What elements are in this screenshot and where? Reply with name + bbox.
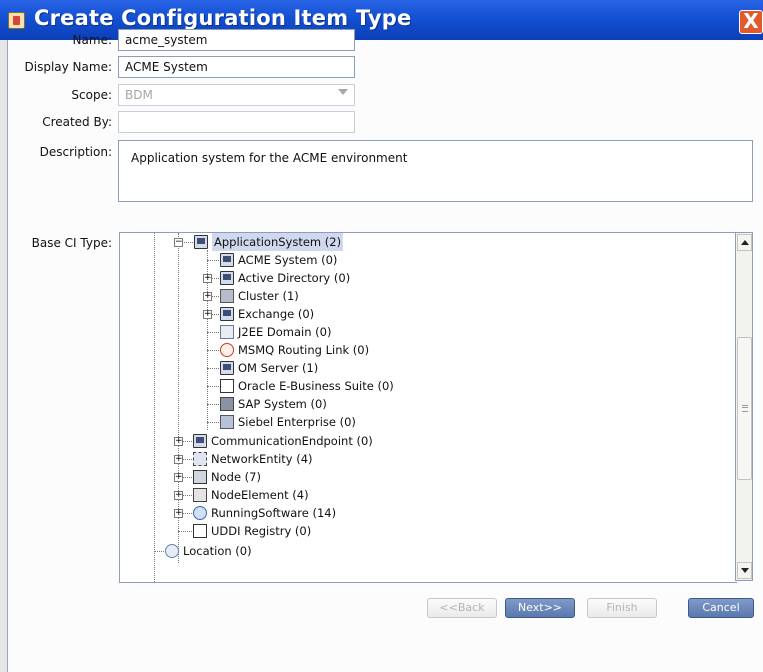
- expand-toggle[interactable]: +: [174, 437, 183, 446]
- scroll-up-icon[interactable]: [737, 234, 752, 251]
- siebel-icon: [220, 415, 234, 429]
- grip-icon: [742, 405, 748, 412]
- monitor-icon: [220, 361, 234, 375]
- created-by-field: [118, 111, 355, 133]
- create-ci-type-dialog: Create Configuration Item Type X Name: a…: [0, 0, 763, 672]
- expand-toggle[interactable]: +: [203, 310, 212, 319]
- scroll-down-icon[interactable]: [737, 562, 752, 579]
- expand-toggle[interactable]: +: [174, 509, 183, 518]
- tree-item-node[interactable]: Node (7): [193, 468, 261, 486]
- uddi-registry-icon: [193, 524, 207, 538]
- name-field[interactable]: acme_system: [118, 29, 355, 51]
- tree-item-exchange[interactable]: Exchange (0): [220, 305, 314, 323]
- expand-toggle[interactable]: +: [174, 473, 183, 482]
- tree-item-oracle-ebs[interactable]: Oracle E-Business Suite (0): [220, 377, 394, 395]
- tree-item-running-software[interactable]: RunningSoftware (14): [193, 504, 336, 522]
- finish-button[interactable]: Finish: [587, 598, 657, 618]
- display-name-label: Display Name:: [24, 60, 113, 74]
- expand-toggle[interactable]: +: [203, 292, 212, 301]
- cancel-button[interactable]: Cancel: [688, 598, 754, 618]
- description-textarea[interactable]: Application system for the ACME environm…: [118, 140, 753, 202]
- monitor-icon: [220, 271, 234, 285]
- tree-item-active-directory[interactable]: Active Directory (0): [220, 269, 350, 287]
- tree-item-acme-system[interactable]: ACME System (0): [220, 251, 337, 269]
- oracle-home-icon: [220, 379, 234, 393]
- cluster-icon: [220, 289, 234, 303]
- tree-item-uddi-registry[interactable]: UDDI Registry (0): [193, 522, 311, 540]
- tree-item-network-entity[interactable]: NetworkEntity (4): [193, 450, 313, 468]
- tree-guide-line: [154, 233, 155, 582]
- base-ci-type-label: Base CI Type:: [31, 236, 112, 250]
- tree-item-application-system[interactable]: ApplicationSystem (2): [194, 233, 344, 251]
- tree-item-siebel-enterprise[interactable]: Siebel Enterprise (0): [220, 413, 356, 431]
- tree-item-om-server[interactable]: OM Server (1): [220, 359, 318, 377]
- close-button[interactable]: X: [739, 10, 763, 34]
- collapse-toggle[interactable]: −: [174, 238, 183, 247]
- tree-item-j2ee-domain[interactable]: J2EE Domain (0): [220, 323, 331, 341]
- base-ci-type-tree[interactable]: − ApplicationSystem (2) ACME System (0) …: [119, 232, 737, 583]
- scrollbar-thumb[interactable]: [737, 337, 752, 480]
- sap-system-icon: [220, 397, 234, 411]
- running-software-icon: [193, 506, 207, 520]
- name-label: Name:: [72, 33, 112, 47]
- location-icon: [165, 544, 179, 558]
- next-button[interactable]: Next>>: [505, 598, 575, 618]
- tree-item-cluster[interactable]: Cluster (1): [220, 287, 299, 305]
- j2ee-domain-icon: [220, 325, 234, 339]
- scope-select[interactable]: BDM: [118, 84, 355, 106]
- network-entity-icon: [193, 452, 207, 466]
- tree-item-node-element[interactable]: NodeElement (4): [193, 486, 309, 504]
- msmq-routing-icon: [220, 343, 234, 357]
- node-element-icon: [193, 488, 207, 502]
- scope-label: Scope:: [71, 88, 112, 102]
- back-button[interactable]: <<Back: [427, 598, 497, 618]
- tree-item-location[interactable]: Location (0): [165, 542, 252, 560]
- tree-item-sap-system[interactable]: SAP System (0): [220, 395, 327, 413]
- tree-item-communication-endpoint[interactable]: CommunicationEndpoint (0): [193, 432, 373, 450]
- created-by-label: Created By:: [42, 115, 112, 129]
- java-app-icon: [8, 12, 25, 29]
- scope-value: BDM: [125, 88, 153, 102]
- monitor-icon: [194, 235, 208, 249]
- monitor-icon: [220, 253, 234, 267]
- monitor-icon: [220, 307, 234, 321]
- expand-toggle[interactable]: +: [174, 455, 183, 464]
- description-label: Description:: [39, 145, 112, 159]
- node-icon: [193, 470, 207, 484]
- tree-item-msmq-routing-link[interactable]: MSMQ Routing Link (0): [220, 341, 369, 359]
- window-title: Create Configuration Item Type: [34, 6, 412, 30]
- expand-toggle[interactable]: +: [203, 274, 212, 283]
- expand-toggle[interactable]: +: [174, 491, 183, 500]
- title-bar[interactable]: Create Configuration Item Type X: [0, 0, 763, 40]
- tree-scrollbar[interactable]: [735, 232, 753, 581]
- chevron-down-icon[interactable]: [338, 89, 348, 95]
- monitor-icon: [193, 434, 207, 448]
- display-name-field[interactable]: ACME System: [118, 56, 355, 78]
